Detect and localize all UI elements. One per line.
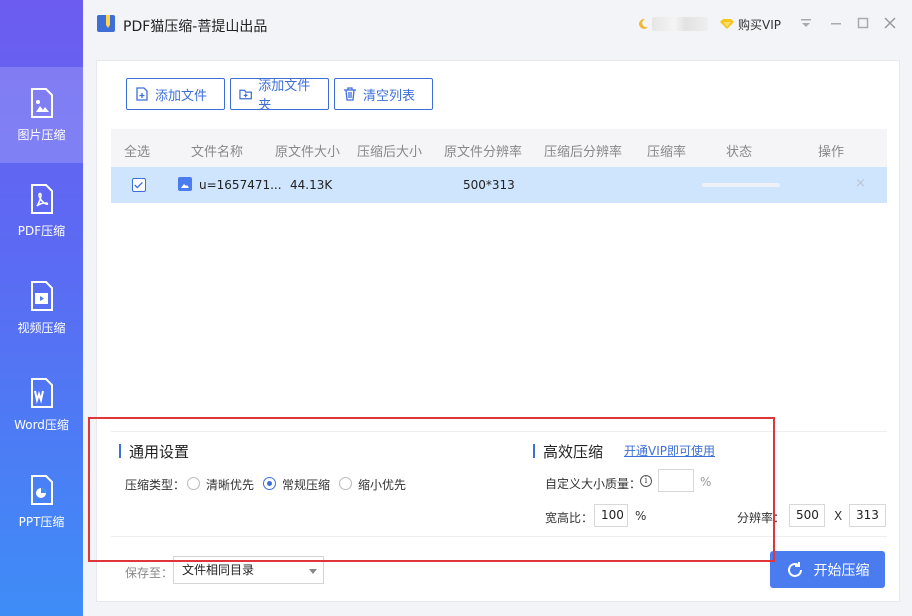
aspect-ratio-unit: % [635,509,647,523]
custom-quality-input[interactable] [658,469,694,492]
open-vip-link[interactable]: 开通VIP即可使用 [624,442,715,459]
image-file-icon [30,87,53,118]
save-to-label: 保存至： [125,566,174,580]
refresh-icon [787,561,802,577]
resolution-separator: X [834,509,843,523]
header-compressed-resolution: 压缩后分辨率 [544,145,623,160]
radio-size-first[interactable] [339,477,352,490]
row-remove-button[interactable]: × [855,176,866,191]
sidebar-item-label: Word压缩 [14,417,69,432]
buy-vip-button[interactable]: 购买VIP [738,16,781,33]
sidebar-item-pdf-compress[interactable]: PDF压缩 [0,163,83,259]
clear-list-label: 清空列表 [363,88,416,104]
compress-type-label: 压缩类型： [125,478,186,492]
quality-unit: % [700,475,712,489]
pdf-file-icon [30,183,53,214]
radio-normal-compress[interactable] [263,477,276,490]
advanced-compress-title: 高效压缩 [533,441,603,462]
caret-down-icon [309,569,317,574]
sidebar-item-label: PPT压缩 [18,514,65,529]
sidebar: 图片压缩 PDF压缩 视频压缩 Word压缩 PPT压缩 [0,0,83,616]
radio-clarity-first[interactable] [187,477,200,490]
title-bar: PDF猫压缩-菩提山出品 购买VIP [83,0,912,48]
header-file-name: 文件名称 [191,145,244,160]
menu-dropdown-icon[interactable] [799,16,813,30]
user-name-blurred[interactable] [652,17,708,31]
app-title: PDF猫压缩-菩提山出品 [123,19,268,35]
header-select-all[interactable]: 全选 [124,141,150,160]
row-original-size: 44.13K [290,178,333,192]
header-original-size: 原文件大小 [275,145,341,160]
sidebar-item-word-compress[interactable]: Word压缩 [0,357,83,453]
close-icon[interactable] [883,16,897,30]
video-file-icon [30,280,53,311]
aspect-ratio-input[interactable]: 100 [594,504,628,527]
header-compression-ratio: 压缩率 [647,145,687,160]
vip-diamond-icon [720,19,734,29]
add-file-label: 添加文件 [155,88,208,104]
save-location-value: 文件相同目录 [182,563,255,577]
add-folder-button[interactable]: 添加文件夹 [230,78,329,113]
maximize-icon[interactable] [856,16,870,30]
info-icon[interactable]: i [640,475,652,487]
app-logo-icon [97,15,115,32]
option-clarity-first[interactable]: 清晰优先 [206,476,254,493]
general-settings-title: 通用设置 [119,441,189,462]
custom-quality-label: 自定义大小质量： [545,477,642,491]
file-table-header: 全选 文件名称 原文件大小 压缩后大小 原文件分辨率 压缩后分辨率 压缩率 状态… [111,129,887,167]
image-thumb-icon [178,177,192,191]
main-panel: 添加文件 添加文件夹 清空列表 全选 文件名称 原文件大小 压缩后大小 原文件分… [96,60,900,602]
clear-list-button[interactable]: 清空列表 [334,78,433,110]
sidebar-item-label: 视频压缩 [17,320,66,335]
minimize-icon[interactable] [829,16,843,30]
resolution-height-input[interactable]: 313 [849,504,886,527]
word-file-icon [30,377,53,408]
sidebar-item-image-compress[interactable]: 图片压缩 [0,67,83,163]
sidebar-item-label: 图片压缩 [17,127,66,142]
add-file-icon [136,87,148,101]
moon-icon [639,18,648,29]
add-folder-icon [239,89,252,100]
row-original-resolution: 500*313 [463,178,515,192]
trash-icon [344,87,356,101]
header-action: 操作 [818,145,845,160]
add-folder-label: 添加文件夹 [258,79,311,113]
row-file-name: u=1657471... [199,178,282,192]
sidebar-item-video-compress[interactable]: 视频压缩 [0,260,83,356]
divider [111,431,887,432]
resolution-label: 分辨率： [737,511,786,525]
start-compress-label: 开始压缩 [813,562,870,579]
divider [111,536,887,537]
row-progress-bar [702,183,780,187]
option-normal-compress[interactable]: 常规压缩 [282,476,330,493]
aspect-ratio-label: 宽高比： [545,511,594,525]
user-area: 购买VIP [637,15,781,33]
option-size-first[interactable]: 缩小优先 [358,476,406,493]
header-compressed-size: 压缩后大小 [357,145,423,160]
check-icon [134,181,143,189]
start-compress-button[interactable]: 开始压缩 [770,551,885,588]
table-row[interactable]: u=1657471... 44.13K 500*313 × [111,167,887,203]
sidebar-item-label: PDF压缩 [17,223,66,238]
header-original-resolution: 原文件分辨率 [444,145,523,160]
ppt-file-icon [30,474,53,505]
header-status: 状态 [726,145,753,160]
sidebar-item-ppt-compress[interactable]: PPT压缩 [0,454,83,550]
save-location-select[interactable]: 文件相同目录 [173,556,324,584]
add-file-button[interactable]: 添加文件 [126,78,225,110]
resolution-width-input[interactable]: 500 [789,504,825,527]
row-checkbox[interactable] [132,178,146,192]
